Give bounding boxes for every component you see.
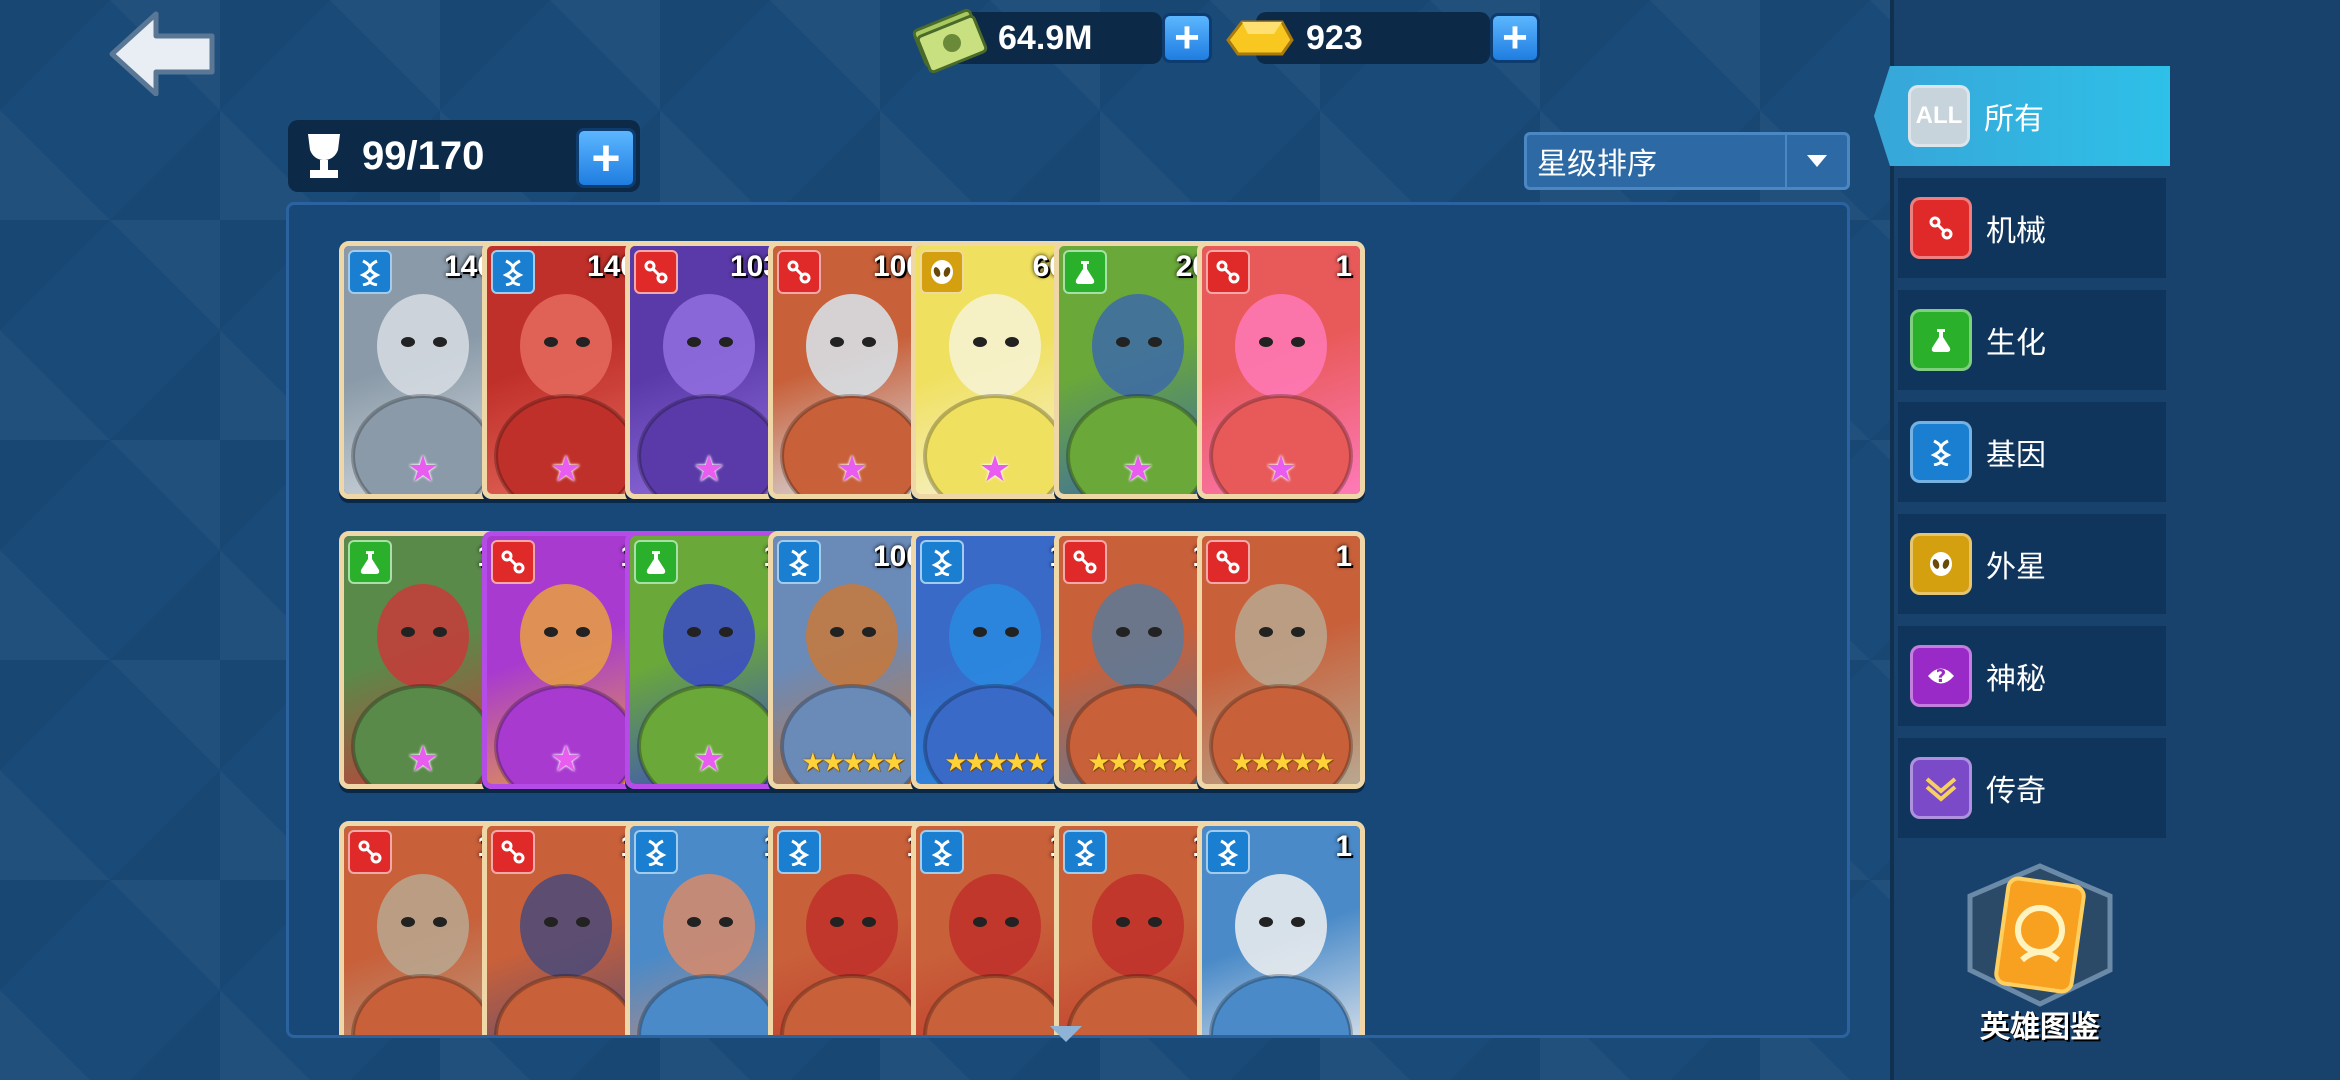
expand-capacity-button[interactable]: + — [576, 128, 636, 188]
pink-star-icon: ★ — [549, 738, 583, 779]
dna-icon — [777, 830, 821, 874]
dna-icon — [348, 250, 392, 294]
dna-icon — [634, 830, 678, 874]
category-label: 外星 — [1986, 551, 2046, 584]
pink-star-icon: ★ — [692, 738, 726, 779]
category-tab-legend[interactable]: 传奇 — [1898, 738, 2166, 838]
category-tab-mechanical[interactable]: 机械 — [1898, 178, 2166, 278]
category-tab-dna[interactable]: 基因 — [1898, 402, 2166, 502]
chevron-down-icon — [1785, 135, 1847, 187]
category-tab-alien[interactable]: 外星 — [1898, 514, 2166, 614]
cash-currency: 64.9M + — [912, 8, 1212, 73]
alien-icon — [920, 250, 964, 294]
biochem-icon — [1063, 250, 1107, 294]
hero-card[interactable]: 1 ★★★★★ — [1197, 531, 1365, 789]
dna-icon — [1910, 421, 1972, 483]
dna-icon — [491, 250, 535, 294]
cash-icon — [912, 8, 988, 73]
mechanical-icon — [634, 250, 678, 294]
category-label: 神秘 — [1986, 663, 2046, 696]
legend-icon — [1910, 757, 1972, 819]
mechanical-icon — [1063, 540, 1107, 584]
category-label: 基因 — [1986, 439, 2046, 472]
category-label: 所有 — [1984, 103, 2044, 136]
dna-icon — [920, 540, 964, 584]
biochem-icon — [1910, 309, 1972, 371]
category-tab-biochem[interactable]: 生化 — [1898, 290, 2166, 390]
pink-star-icon: ★ — [1264, 448, 1298, 489]
codex-label: 英雄图鉴 — [1980, 1011, 2100, 1044]
pink-star-icon: ★ — [1121, 448, 1155, 489]
category-tab-mystery[interactable]: ? 神秘 — [1898, 626, 2166, 726]
hero-card[interactable]: 1 ★ — [1197, 241, 1365, 499]
mechanical-icon — [1206, 250, 1250, 294]
gold-stars-icon: ★★★★★ — [1230, 747, 1335, 777]
svg-text:?: ? — [1936, 666, 1946, 687]
biochem-icon — [634, 540, 678, 584]
add-cash-button[interactable]: + — [1162, 13, 1212, 63]
gold-stars-icon: ★★★★★ — [944, 747, 1049, 777]
codex-icon — [1967, 863, 2113, 1007]
hero-level: 1 — [1335, 540, 1352, 573]
pink-star-icon: ★ — [835, 448, 869, 489]
biochem-icon — [348, 540, 392, 584]
pink-star-icon: ★ — [406, 448, 440, 489]
category-label: 生化 — [1986, 327, 2046, 360]
pink-star-icon: ★ — [978, 448, 1012, 489]
mechanical-icon — [348, 830, 392, 874]
gold-stars-icon: ★★★★★ — [1087, 747, 1192, 777]
sort-selected: 星级排序 — [1537, 148, 1657, 181]
scroll-down-icon — [1046, 1020, 1086, 1050]
main-area: 64.9M + 923 + 99/170 + 星级排序 140 ★ 140 ★ 103 ★… — [0, 0, 1890, 1080]
capacity-count: 99/170 — [362, 133, 485, 178]
gold-stars-icon: ★★★★★ — [801, 747, 906, 777]
back-button[interactable] — [108, 10, 218, 97]
dna-icon — [1206, 830, 1250, 874]
pink-star-icon: ★ — [406, 738, 440, 779]
dna-icon — [920, 830, 964, 874]
category-label: 机械 — [1986, 215, 2046, 248]
mechanical-icon — [1910, 197, 1972, 259]
hero-grid: 140 ★ 140 ★ 103 ★ 100 ★ 60 ★ 20 ★ 1 ★ 1 ★ 1 ★ 1 ★ 100 ★★★★★ 1 ★… — [286, 202, 1850, 1038]
category-tab-all[interactable]: ALL 所有 — [1874, 66, 2170, 166]
sort-dropdown[interactable]: 星级排序 — [1524, 132, 1850, 190]
hero-capacity: 99/170 + — [288, 120, 640, 192]
gold-currency: 923 + — [1216, 10, 1540, 66]
pink-star-icon: ★ — [549, 448, 583, 489]
alien-icon — [1910, 533, 1972, 595]
category-label: 传奇 — [1986, 775, 2046, 808]
back-arrow-icon — [109, 11, 215, 97]
mechanical-icon — [777, 250, 821, 294]
dna-icon — [1063, 830, 1107, 874]
hero-card[interactable]: 1 — [1197, 821, 1365, 1035]
mystery-icon: ? — [1910, 645, 1972, 707]
all-icon: ALL — [1908, 85, 1970, 147]
pink-star-icon: ★ — [692, 448, 726, 489]
trophy-icon — [308, 134, 340, 178]
gold-bar-icon — [1226, 20, 1294, 56]
mechanical-icon — [491, 540, 535, 584]
hero-level: 1 — [1335, 830, 1352, 863]
hero-level: 1 — [1335, 250, 1352, 283]
mechanical-icon — [491, 830, 535, 874]
hero-codex-button[interactable]: 英雄图鉴 — [1950, 860, 2130, 1050]
mechanical-icon — [1206, 540, 1250, 584]
add-gold-button[interactable]: + — [1490, 13, 1540, 63]
dna-icon — [777, 540, 821, 584]
